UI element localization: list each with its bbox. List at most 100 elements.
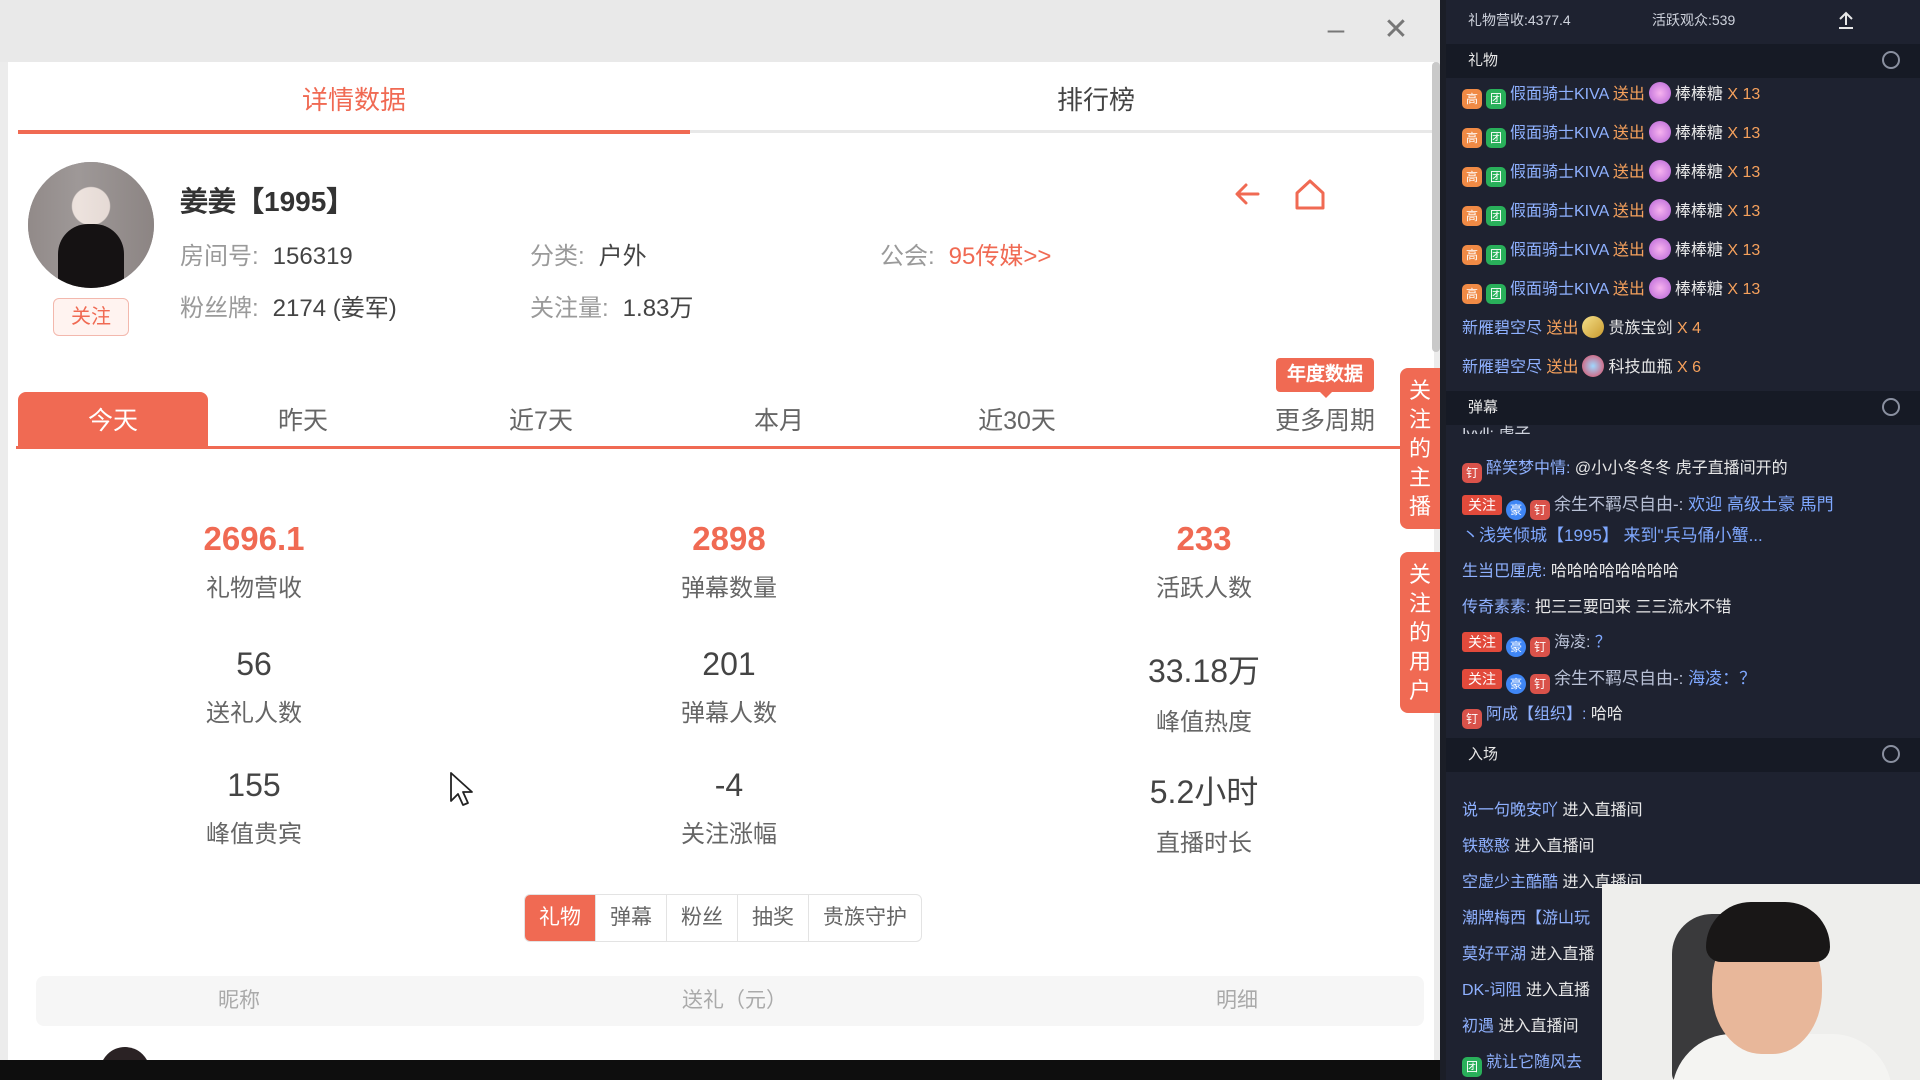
danmu-user: 余生不羁尽自由-: [1554,669,1684,688]
gift-row: 高团假面骑士KIVA 送出 棒棒糖 X 13 [1462,236,1760,265]
enter-user: DK-词阻 [1462,982,1522,999]
category-label: 分类: [530,243,585,270]
danmu-settings-gear-icon[interactable] [1882,398,1900,416]
enter-user: 潮牌梅西【游山玩 [1462,910,1591,927]
danmu-text: @小小冬冬冬 虎子直播间开的 [1574,460,1788,477]
followed-streamers-tab[interactable]: 关注的主播 [1400,368,1440,529]
gift-action: 送出 [1546,359,1579,376]
rank-badge-icon: 高 [1462,128,1482,148]
stat-value: 233 [1176,520,1232,557]
scrollbar[interactable] [1432,62,1440,352]
follow-tag: 关注 [1462,632,1502,652]
range-tab-month[interactable]: 本月 [684,392,874,448]
danmu-partial-line: Iyyll: 虎子 [1462,420,1530,434]
followers-label: 关注量: [530,295,609,322]
gift-row: 高团假面骑士KIVA 送出 棒棒糖 X 13 [1462,119,1760,148]
col-detail: 明细 [1216,989,1258,1012]
tab-detail-data[interactable]: 详情数据 [18,80,690,120]
minimize-icon[interactable]: – [1316,12,1356,48]
live-stats-bar: 礼物营收:4377.4 活跃观众:539 [1446,0,1920,40]
gift-revenue-value: 4377.4 [1527,12,1571,28]
streamer-name: 姜姜【1995】 [180,186,355,217]
upload-icon[interactable] [1836,10,1856,30]
enter-line: 潮牌梅西【游山玩 [1462,904,1590,928]
stat-label: 弹幕数量 [681,575,777,602]
fan-badge-icon: 团 [1486,128,1506,148]
gift-count: X 13 [1727,242,1761,259]
subtab-noble-guard[interactable]: 贵族守护 [809,895,921,941]
gift-item: 贵族宝剑 [1608,320,1673,337]
lollipop-icon [1648,199,1671,221]
level-badge-icon: 钉 [1530,500,1550,520]
stat-value: -4 [714,767,744,803]
table-header: 昵称 送礼（元） 明细 [36,976,1424,1026]
gift-row: 新雁碧空尽 送出 贵族宝剑 X 4 [1462,314,1701,338]
follow-tag: 关注 [1462,669,1502,689]
stat-value: 2898 [692,520,766,557]
detail-panel: 详情数据 排行榜 关注 姜姜【1995】 房间号: 156319 分类: 户外 公会… [8,62,1434,1060]
back-arrow-icon[interactable] [1228,174,1268,214]
gift-action: 送出 [1612,86,1645,103]
range-tab-today[interactable]: 今天 [18,392,208,448]
stat-danmu-users: 201 弹幕人数 [579,646,879,728]
room-label: 房间号: [180,243,259,270]
enter-settings-gear-icon[interactable] [1882,745,1900,763]
stat-value: 33.18万 [1147,653,1261,689]
danmu-text: 丶浅笑倾城【1995】 来到"兵马俑小蟹... [1462,526,1763,545]
gift-user: 假面骑士KIVA [1510,164,1609,181]
title-bar: – ✕ [0,0,1440,62]
gift-item: 棒棒糖 [1674,203,1723,220]
fan-badge-icon: 团 [1486,167,1506,187]
enter-user: 空虚少主酷酷 [1462,874,1559,891]
range-tab-yesterday[interactable]: 昨天 [208,392,398,448]
enter-action: 进入直播间 [1562,802,1643,819]
stat-label: 峰值热度 [1156,709,1252,736]
streamer-avatar [28,162,154,288]
follow-tag: 关注 [1462,495,1502,515]
row-avatar [100,1047,150,1060]
enter-section-header: 入场 [1446,738,1920,772]
gift-action: 送出 [1612,281,1645,298]
enter-action: 进入直播间 [1498,1018,1579,1035]
danmu-text: 把三三要回来 三三流水不错 [1534,599,1732,616]
potion-gift-icon [1582,355,1605,377]
gift-settings-gear-icon[interactable] [1882,51,1900,69]
stat-label: 峰值贵宾 [206,821,302,848]
subtab-lottery[interactable]: 抽奖 [738,895,809,941]
stat-gift-users: 56 送礼人数 [104,646,404,728]
followed-users-tab[interactable]: 关注的用户 [1400,552,1440,713]
danmu-line: 生当巴厘虎: 哈哈哈哈哈哈哈哈 [1462,557,1679,581]
gift-count: X 4 [1676,320,1701,337]
subtab-gift[interactable]: 礼物 [525,895,596,941]
gift-item: 棒棒糖 [1674,164,1723,181]
stat-peak-heat: 33.18万峰值热度 [1054,646,1354,737]
range-tab-30days[interactable]: 近30天 [922,392,1112,448]
noble-badge-icon: 豪 [1506,637,1526,657]
followers-value: 1.83万 [622,295,694,322]
range-tab-7days[interactable]: 近7天 [446,392,636,448]
tab-ranking[interactable]: 排行榜 [760,80,1432,120]
col-nickname: 昵称 [218,989,260,1012]
subtab-fans[interactable]: 粉丝 [667,895,738,941]
fan-badge-icon: 团 [1486,89,1506,109]
enter-section-title: 入场 [1468,746,1499,763]
enter-action: 进入直播间 [1514,838,1595,855]
annual-data-badge[interactable]: 年度数据 [1276,358,1374,398]
rank-badge-icon: 高 [1462,245,1482,265]
close-icon[interactable]: ✕ [1376,12,1416,48]
gift-row: 高团假面骑士KIVA 送出 棒棒糖 X 13 [1462,80,1760,109]
subtab-danmu[interactable]: 弹幕 [596,895,667,941]
gift-user: 新雁碧空尽 [1462,320,1543,337]
enter-line: DK-词阻 进入直播 [1462,976,1590,1000]
taskbar [0,1060,1440,1080]
stat-value: 56 [236,646,272,682]
gift-user: 假面骑士KIVA [1510,281,1609,298]
room-value: 156319 [272,243,353,270]
stat-active-users: 233 活跃人数 [1054,520,1354,603]
home-icon[interactable] [1290,174,1330,214]
follow-button[interactable]: 关注 [53,298,129,336]
gift-row: 高团假面骑士KIVA 送出 棒棒糖 X 13 [1462,197,1760,226]
guild-link[interactable]: 95传媒>> [949,243,1052,270]
rank-badge-icon: 高 [1462,167,1482,187]
level-badge-icon: 钉 [1530,674,1550,694]
